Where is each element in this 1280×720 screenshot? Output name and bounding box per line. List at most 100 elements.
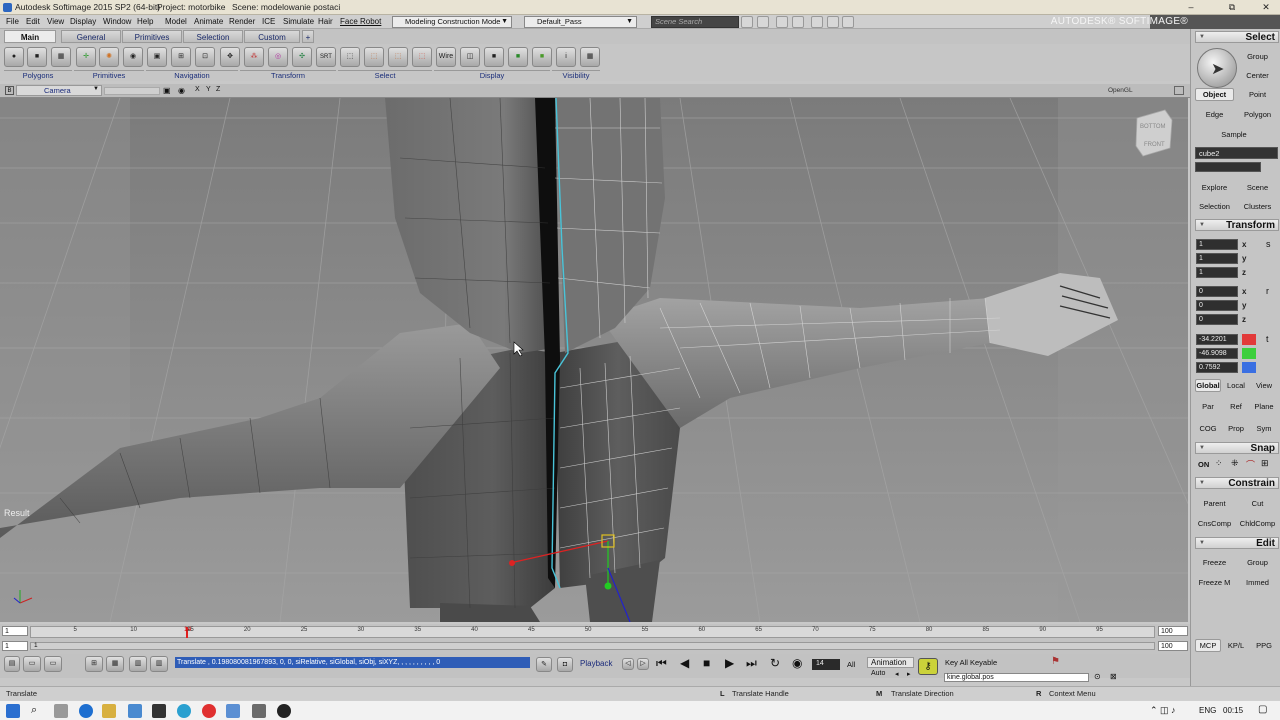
group-button[interactable]: Group xyxy=(1238,50,1277,63)
menu-view[interactable]: View xyxy=(47,17,64,26)
scale-icon[interactable]: s xyxy=(1266,239,1271,249)
constrain-header[interactable]: ▼ Constrain xyxy=(1195,477,1279,489)
center-button[interactable]: Center xyxy=(1238,69,1277,82)
layout-button-3[interactable] xyxy=(842,16,854,28)
orbit-icon[interactable]: ◉ xyxy=(123,47,143,67)
group-primitives[interactable]: Primitives xyxy=(74,70,144,81)
translate-x-field[interactable]: -34.2201 xyxy=(1196,334,1238,345)
translate-x-handle[interactable] xyxy=(509,560,515,566)
search-options-button[interactable] xyxy=(741,16,753,28)
null-icon[interactable]: ✛ xyxy=(76,47,96,67)
param-field[interactable]: kine.global.pos xyxy=(944,673,1089,682)
rotate-z-field[interactable]: 0 xyxy=(1196,314,1238,325)
timeline-track[interactable]: 14 5 10 15 20 25 30 35 40 45 50 55 60 65 70 75 80 85 90 95 xyxy=(30,626,1155,638)
rotate-icon[interactable]: r xyxy=(1266,286,1269,296)
edge-mode-button[interactable]: Edge xyxy=(1195,108,1234,121)
language-indicator[interactable]: ENG xyxy=(1199,706,1216,715)
tab-selection[interactable]: Selection xyxy=(183,30,243,43)
menu-render[interactable]: Render xyxy=(229,17,255,26)
menu-file[interactable]: File xyxy=(6,17,19,26)
last-frame-icon[interactable]: ⏭ xyxy=(746,656,757,671)
kpl-tab[interactable]: KP/L xyxy=(1223,639,1249,652)
first-frame-icon[interactable]: ⏮ xyxy=(656,656,667,671)
layout-icon-2[interactable]: ▭ xyxy=(23,656,41,672)
key-prev-icon[interactable]: ◂ xyxy=(895,670,899,678)
rotate-y-field[interactable]: 0 xyxy=(1196,300,1238,311)
global-ref-button[interactable]: Global xyxy=(1195,379,1221,392)
info-icon[interactable]: i xyxy=(556,47,576,67)
camera-icon[interactable]: ▣ xyxy=(163,86,171,95)
select-arrow-button[interactable]: ➤ xyxy=(1197,48,1237,88)
translate-y-handle[interactable] xyxy=(604,582,612,590)
chrome-icon[interactable] xyxy=(177,704,191,718)
ref-ref-button[interactable]: Ref xyxy=(1223,400,1249,413)
snap-points-icon[interactable]: ⁘ xyxy=(1215,458,1223,469)
browser-icon[interactable] xyxy=(79,704,93,718)
ppg-tab[interactable]: PPG xyxy=(1251,639,1277,652)
group-transform[interactable]: Transform xyxy=(240,70,336,81)
navigation-cube[interactable]: BOTTOM FRONT xyxy=(1135,109,1173,157)
srt-tool-icon[interactable]: SRT xyxy=(316,47,336,67)
renderer-label[interactable]: OpenGL xyxy=(1108,87,1133,94)
start-icon[interactable] xyxy=(6,704,20,718)
menu-window[interactable]: Window xyxy=(103,17,131,26)
edit-group-button[interactable]: Group xyxy=(1238,556,1277,569)
layout-icon-6[interactable]: ▥ xyxy=(129,656,147,672)
transform-tool-icon[interactable]: ✣ xyxy=(292,47,312,67)
immed-button[interactable]: Immed xyxy=(1238,576,1277,589)
sample-mode-button[interactable]: Sample xyxy=(1195,128,1273,141)
display-textured-icon[interactable]: ■ xyxy=(508,47,528,67)
auto-key-toggle[interactable]: Auto xyxy=(871,670,885,677)
chldcomp-button[interactable]: ChldComp xyxy=(1238,517,1277,530)
frame-field[interactable]: 14 xyxy=(812,659,840,670)
menu-face-robot[interactable]: Face Robot xyxy=(340,17,381,26)
menu-simulate[interactable]: Simulate xyxy=(283,17,314,26)
opera-icon[interactable] xyxy=(202,704,216,718)
axis-y-label[interactable]: Y xyxy=(206,86,211,93)
group-navigation[interactable]: Navigation xyxy=(146,70,238,81)
scene-search-input[interactable]: Scene Search xyxy=(651,16,739,28)
stop-icon[interactable]: ■ xyxy=(703,656,710,670)
store-icon[interactable] xyxy=(128,704,142,718)
axis-x-label[interactable]: X xyxy=(195,86,200,93)
frame-icon[interactable]: ▣ xyxy=(147,47,167,67)
scale-y-field[interactable]: 1 xyxy=(1196,253,1238,264)
selection-button[interactable]: Selection xyxy=(1195,200,1234,213)
light-icon[interactable]: ✺ xyxy=(99,47,119,67)
eye-icon[interactable]: ◉ xyxy=(178,86,185,95)
close-button[interactable]: ✕ xyxy=(1253,1,1279,14)
snap-on-toggle[interactable]: ON xyxy=(1198,460,1209,469)
menu-model[interactable]: Model xyxy=(165,17,187,26)
menu-ice[interactable]: ICE xyxy=(262,17,275,26)
scene-canvas[interactable]: BOTTOM FRONT xyxy=(0,98,1188,622)
object-name-field[interactable]: cube2 xyxy=(1195,147,1278,159)
mcp-tab[interactable]: MCP xyxy=(1195,639,1221,652)
prev-key-icon[interactable]: ◁ xyxy=(622,658,634,670)
menu-help[interactable]: Help xyxy=(137,17,153,26)
add-tab-button[interactable]: + xyxy=(302,30,314,43)
scale-tool-icon[interactable]: ⁂ xyxy=(244,47,264,67)
snap-curve-icon[interactable]: ⌒ xyxy=(1246,458,1255,471)
layout-button[interactable] xyxy=(811,16,823,28)
transform-header[interactable]: ▼ Transform xyxy=(1195,219,1279,231)
notification-icon[interactable]: ▢ xyxy=(1258,704,1267,715)
camera-key-icon[interactable]: ◘ xyxy=(557,657,573,672)
folder-icon[interactable] xyxy=(102,704,116,718)
snap-options-icon[interactable]: ⊞ xyxy=(1261,458,1269,469)
menu-display[interactable]: Display xyxy=(70,17,96,26)
freeze-m-button[interactable]: Freeze M xyxy=(1195,576,1234,589)
layout-button-2[interactable] xyxy=(827,16,839,28)
app-icon-3[interactable] xyxy=(277,704,291,718)
audio-icon[interactable]: ◉ xyxy=(792,656,802,670)
playback-menu[interactable]: Playback xyxy=(580,659,612,668)
axis-z-label[interactable]: Z xyxy=(216,86,220,93)
view-toggles[interactable] xyxy=(104,87,160,95)
clock[interactable]: 00:15 xyxy=(1223,706,1243,715)
loop-icon[interactable]: ↻ xyxy=(770,656,780,670)
pass-dropdown[interactable]: Default_Pass ▼ xyxy=(524,16,637,28)
scale-x-field[interactable]: 1 xyxy=(1196,239,1238,250)
animation-button[interactable]: Animation xyxy=(867,657,914,668)
start-frame-field[interactable]: 1 xyxy=(2,626,28,636)
select-point-icon[interactable]: ⬚ xyxy=(364,47,384,67)
snap-grid-icon[interactable]: ⁜ xyxy=(1231,458,1239,469)
